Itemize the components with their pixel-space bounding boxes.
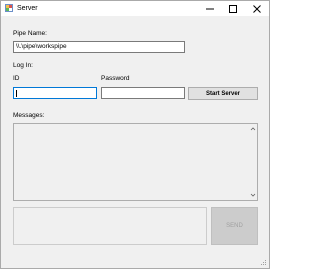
text-caret (16, 90, 17, 97)
messages-label: Messages: (13, 112, 45, 119)
scroll-up-icon[interactable] (250, 126, 256, 132)
password-field[interactable] (101, 87, 185, 99)
start-server-button[interactable]: Start Server (188, 87, 258, 100)
server-app-icon (5, 4, 13, 12)
resize-grip-icon[interactable] (259, 258, 267, 266)
pipe-name-field[interactable]: \\.\pipe\workspipe (13, 41, 185, 53)
maximize-button[interactable] (221, 1, 245, 16)
close-button[interactable] (245, 1, 269, 16)
minimize-icon (206, 8, 214, 9)
start-server-label: Start Server (205, 90, 241, 97)
send-message-input[interactable] (13, 207, 207, 245)
pipe-name-label: Pipe Name: (13, 30, 47, 37)
messages-box[interactable] (13, 123, 258, 201)
title-bar[interactable]: Server (1, 1, 269, 16)
id-label: ID (13, 75, 20, 82)
close-icon (253, 4, 261, 13)
server-window: Server Pipe Name: \\.\pipe\workspipe Log… (0, 0, 270, 269)
maximize-icon (229, 4, 237, 13)
send-button[interactable]: SEND (211, 207, 258, 245)
scroll-down-icon[interactable] (250, 192, 256, 198)
messages-scrollbar[interactable] (249, 124, 257, 200)
minimize-button[interactable] (198, 1, 222, 16)
id-field[interactable] (13, 87, 97, 99)
window-title: Server (17, 5, 38, 12)
password-label: Password (101, 75, 130, 82)
send-button-label: SEND (226, 223, 243, 229)
login-label: Log In: (13, 62, 33, 69)
